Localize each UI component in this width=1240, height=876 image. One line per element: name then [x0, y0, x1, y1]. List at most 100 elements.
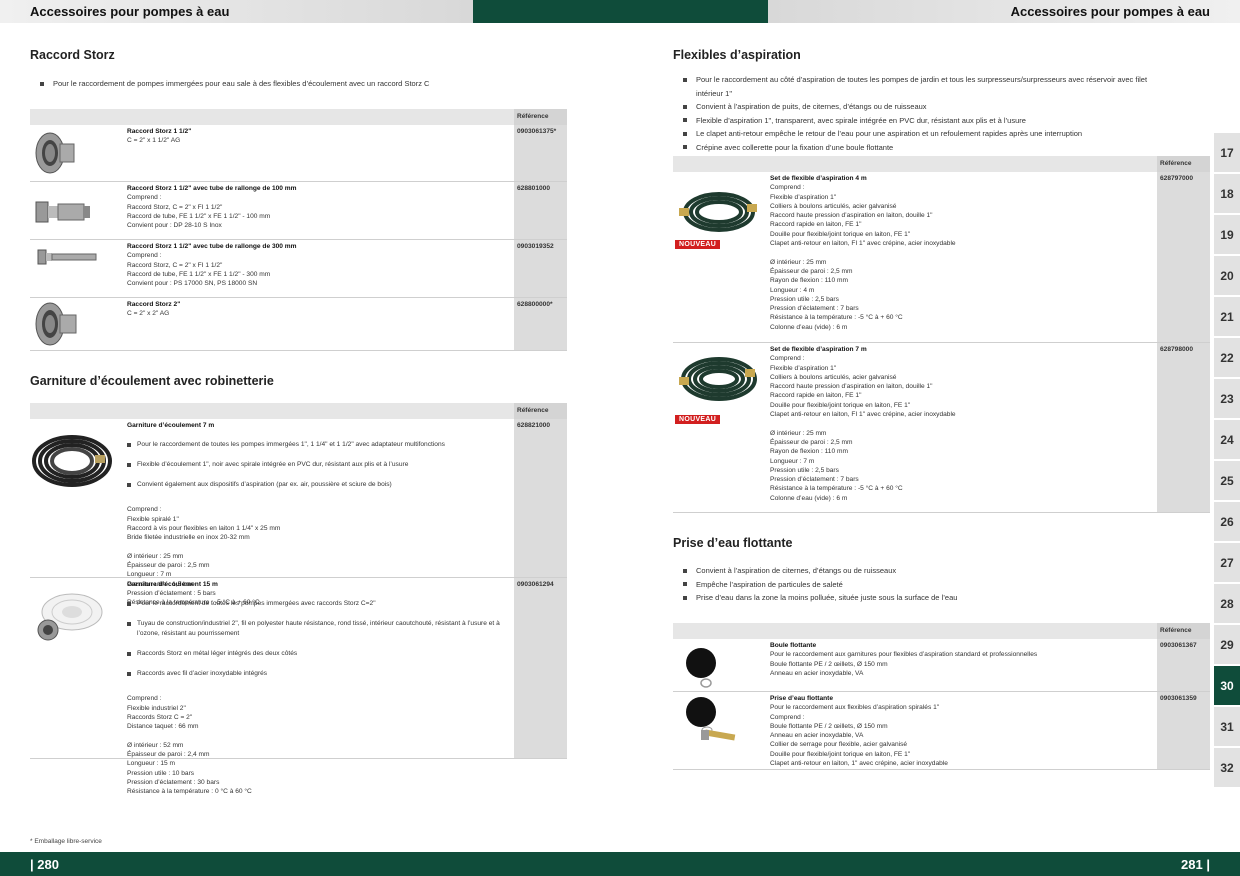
prise-bullet: Prise d’eau dans la zone la moins pollué… — [681, 591, 1151, 605]
header-center-band — [473, 0, 768, 23]
product-text: Boule flottante Pour le raccordement aux … — [770, 641, 1037, 678]
new-badge: NOUVEAU — [675, 240, 721, 249]
storz-table: Référence Raccord Storz 1 1/2" C = 2" x 1… — [30, 109, 567, 351]
product-bullets: Pour le raccordement de toutes les pompe… — [127, 430, 512, 500]
chapter-tab-23[interactable]: 23 — [1214, 379, 1240, 419]
reference-column-header: Référence — [514, 109, 567, 125]
product-name: Prise d’eau flottante — [770, 695, 834, 702]
floating-intake-image — [686, 697, 736, 741]
flexibles-bullet: Pour le raccordement au côté d’aspiratio… — [681, 73, 1151, 100]
chapter-tab-32[interactable]: 32 — [1214, 748, 1240, 788]
table-row: Garniture d’écoulement 7 m Pour le racco… — [30, 419, 567, 606]
page-footer: | 280 281 | — [0, 852, 1240, 876]
product-bullet: Flexible d’écoulement 1", noir avec spir… — [127, 460, 512, 470]
black-hose-coil-image — [32, 435, 112, 487]
table-header: Référence — [30, 109, 567, 125]
left-page-header: Accessoires pour pompes à eau — [0, 0, 473, 23]
product-text: Prise d’eau flottante Pour le raccordemen… — [770, 694, 948, 768]
chapter-tab-24[interactable]: 24 — [1214, 420, 1240, 460]
section-title-raccord-storz: Raccord Storz — [30, 48, 115, 62]
chapter-tab-19[interactable]: 19 — [1214, 215, 1240, 255]
product-details: C = 2" x 2" AG — [127, 310, 170, 318]
new-badge: NOUVEAU — [675, 415, 721, 424]
product-text: Raccord Storz 1 1/2" C = 2" x 1 1/2" AG — [127, 127, 191, 146]
right-header-title: Accessoires pour pompes à eau — [1010, 4, 1210, 19]
product-reference: 628801000 — [514, 182, 567, 239]
table-row: Raccord Storz 2" C = 2" x 2" AG 628800000… — [30, 298, 567, 351]
product-name: Raccord Storz 1 1/2" — [127, 128, 192, 135]
flexibles-bullet: Crépine avec collerette pour la fixation… — [681, 141, 1151, 155]
product-text: Raccord Storz 2" C = 2" x 2" AG — [127, 300, 180, 319]
product-name: Set de flexible d’aspiration 7 m — [770, 346, 867, 353]
table-row: Boule flottante Pour le raccordement aux … — [673, 639, 1210, 692]
product-text: Raccord Storz 1 1/2" avec tube de rallon… — [127, 184, 297, 230]
product-details: Pour le raccordement aux flexibles d’asp… — [770, 704, 948, 768]
chapter-tab-27[interactable]: 27 — [1214, 543, 1240, 583]
reference-column-header: Référence — [514, 403, 567, 419]
flexibles-table: Référence NOUVEAU Set de flexible d’aspi… — [673, 156, 1210, 513]
chapter-tab-31[interactable]: 31 — [1214, 707, 1240, 747]
product-name: Garniture d’écoulement 7 m — [127, 422, 215, 429]
product-text: Set de flexible d’aspiration 7 m Comprend… — [770, 345, 956, 503]
product-text: Set de flexible d’aspiration 4 m Comprend… — [770, 174, 956, 332]
chapter-tab-18[interactable]: 18 — [1214, 174, 1240, 214]
product-reference: 628798000 — [1157, 343, 1210, 512]
prise-bullet-list: Convient à l’aspiration de citernes, d’é… — [681, 564, 1151, 605]
product-reference: 628821000 — [514, 419, 567, 577]
flexibles-bullet-list: Pour le raccordement au côté d’aspiratio… — [681, 73, 1151, 154]
table-row: Prise d’eau flottante Pour le raccordemen… — [673, 692, 1210, 770]
product-text: Raccord Storz 1 1/2" avec tube de rallon… — [127, 242, 297, 288]
chapter-tab-25[interactable]: 25 — [1214, 461, 1240, 501]
chapter-tab-30-active[interactable]: 30 — [1214, 666, 1240, 706]
product-reference: 0903061359 — [1157, 692, 1210, 769]
product-details: Comprend : Raccord Storz, C = 2" x FI 1 … — [127, 252, 271, 288]
product-bullet: Tuyau de construction/industriel 2", fil… — [127, 619, 512, 639]
chapter-tab-26[interactable]: 26 — [1214, 502, 1240, 542]
product-details: Comprend : Flexible industriel 2" Raccor… — [127, 695, 252, 796]
garniture-table: Référence Garniture d’écoulement 7 m Pou… — [30, 403, 567, 795]
right-page-number: 281 | — [1181, 857, 1210, 872]
storz-2in-image — [35, 302, 77, 346]
chapter-tab-29[interactable]: 29 — [1214, 625, 1240, 665]
chapter-tab-17[interactable]: 17 — [1214, 133, 1240, 173]
product-details: Comprend : Flexible d’aspiration 1" Coll… — [770, 184, 956, 331]
storz-extension-300-image — [37, 249, 97, 265]
section-title-flexibles: Flexibles d’aspiration — [673, 48, 801, 62]
table-row: Raccord Storz 1 1/2" avec tube de rallon… — [30, 240, 567, 298]
table-row: NOUVEAU Set de flexible d’aspiration 7 m… — [673, 343, 1210, 513]
storz-bullet-list: Pour le raccordement de pompes immergées… — [38, 77, 558, 91]
prise-bullet: Convient à l’aspiration de citernes, d’é… — [681, 564, 1151, 578]
chapter-tab-28[interactable]: 28 — [1214, 584, 1240, 624]
product-reference: 628800000* — [514, 298, 567, 350]
prise-bullet: Empêche l’aspiration de particules de sa… — [681, 578, 1151, 592]
product-details: Pour le raccordement aux garnitures pour… — [770, 651, 1038, 677]
product-details: Comprend : Flexible d’aspiration 1" Coll… — [770, 355, 956, 502]
table-header: Référence — [673, 623, 1210, 639]
footnote: * Emballage libre-service — [30, 838, 102, 845]
table-row: Garniture d’écoulement 15 m Pour le racc… — [30, 578, 567, 795]
product-name: Raccord Storz 2" — [127, 301, 181, 308]
table-header: Référence — [673, 156, 1210, 172]
section-title-prise: Prise d’eau flottante — [673, 536, 793, 550]
suction-hose-7m-image — [679, 357, 757, 401]
flexibles-bullet: Le clapet anti-retour empêche le retour … — [681, 127, 1151, 141]
left-header-title: Accessoires pour pompes à eau — [30, 4, 230, 19]
product-name: Set de flexible d’aspiration 4 m — [770, 175, 867, 182]
product-bullet: Raccords avec fil d’acier inoxydable int… — [127, 669, 512, 679]
flexibles-bullet: Convient à l’aspiration de puits, de cit… — [681, 100, 1151, 114]
chapter-tab-22[interactable]: 22 — [1214, 338, 1240, 378]
flexibles-bullet: Flexible d’aspiration 1", transparent, a… — [681, 114, 1151, 128]
storz-extension-100-image — [35, 201, 90, 223]
chapter-tabs: 17 18 19 20 21 22 23 24 25 26 27 28 29 3… — [1214, 133, 1240, 789]
table-row: Raccord Storz 1 1/2" C = 2" x 1 1/2" AG 0… — [30, 125, 567, 182]
float-ball-image — [686, 648, 716, 688]
product-name: Raccord Storz 1 1/2" avec tube de rallon… — [127, 243, 297, 250]
product-reference: 0903061375* — [514, 125, 567, 181]
chapter-tab-21[interactable]: 21 — [1214, 297, 1240, 337]
reference-column-header: Référence — [1157, 623, 1210, 639]
table-header: Référence — [30, 403, 567, 419]
product-name: Raccord Storz 1 1/2" avec tube de rallon… — [127, 185, 297, 192]
product-reference: 0903019352 — [514, 240, 567, 297]
chapter-tab-20[interactable]: 20 — [1214, 256, 1240, 296]
product-text: Garniture d’écoulement 15 m Pour le racc… — [127, 580, 512, 797]
